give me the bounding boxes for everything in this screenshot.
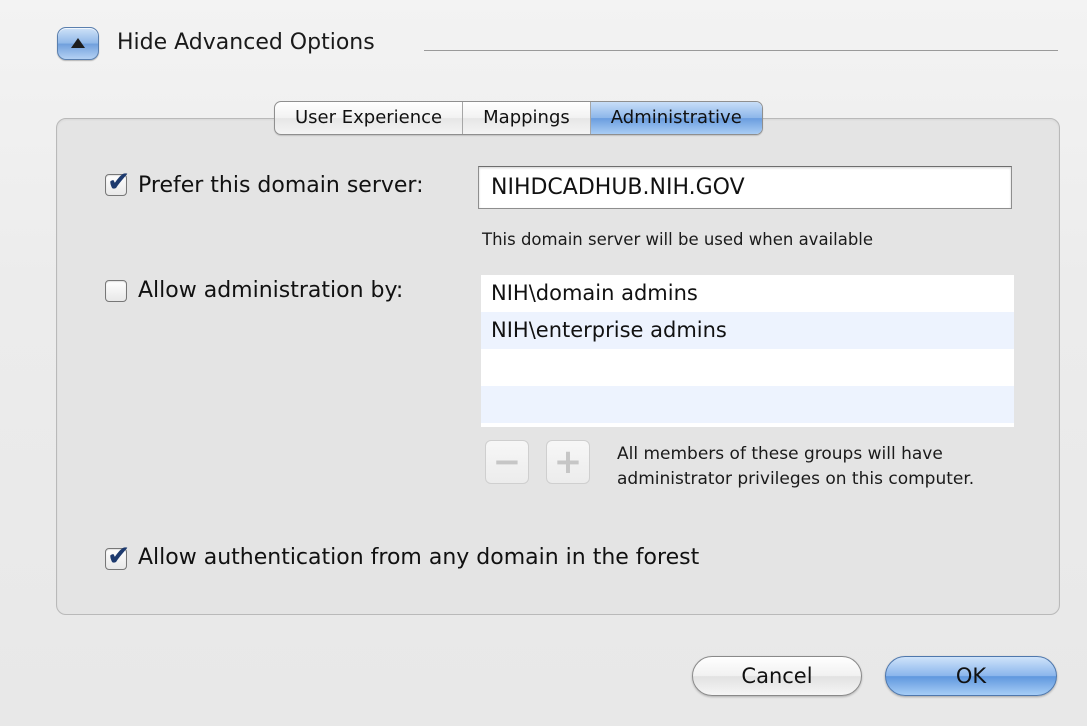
prefer-server-checkbox[interactable]: ✔ — [105, 167, 130, 197]
list-item[interactable]: NIH\enterprise admins — [481, 312, 1014, 349]
list-empty-row — [481, 386, 1014, 423]
minus-icon: − — [492, 442, 522, 482]
list-item[interactable]: NIH\domain admins — [481, 275, 1014, 312]
plus-icon: + — [553, 442, 583, 482]
disclosure-separator — [424, 50, 1058, 51]
advanced-options-sheet: Hide Advanced Options User Experience Ma… — [0, 0, 1087, 726]
domain-server-hint: This domain server will be used when ava… — [482, 230, 874, 249]
remove-group-button[interactable]: − — [485, 440, 529, 484]
tab-bar: User Experience Mappings Administrative — [274, 101, 763, 135]
add-group-button[interactable]: + — [546, 440, 590, 484]
disclosure-triangle-up-icon — [71, 37, 85, 48]
checkmark-icon: ✔ — [107, 165, 131, 198]
checkmark-icon: ✔ — [107, 539, 131, 572]
admin-groups-note: All members of these groups will have ad… — [617, 444, 975, 489]
tab-mappings[interactable]: Mappings — [463, 102, 591, 134]
allow-authentication-label: Allow authentication from any domain in … — [138, 545, 700, 570]
disclosure-label: Hide Advanced Options — [117, 30, 375, 55]
tab-administrative[interactable]: Administrative — [590, 102, 762, 134]
hide-advanced-options-button[interactable] — [57, 27, 99, 60]
cancel-button[interactable]: Cancel — [692, 656, 862, 696]
tab-user-experience[interactable]: User Experience — [275, 102, 464, 134]
admin-groups-list[interactable]: NIH\domain admins NIH\enterprise admins — [481, 275, 1014, 427]
allow-administration-checkbox[interactable] — [105, 280, 127, 302]
domain-server-input[interactable]: NIHDCADHUB.NIH.GOV — [478, 166, 1012, 209]
prefer-server-label: Prefer this domain server: — [138, 173, 424, 198]
allow-authentication-checkbox[interactable]: ✔ — [105, 541, 130, 571]
list-empty-row — [481, 349, 1014, 386]
allow-administration-label: Allow administration by: — [138, 278, 404, 303]
ok-button[interactable]: OK — [885, 656, 1057, 696]
